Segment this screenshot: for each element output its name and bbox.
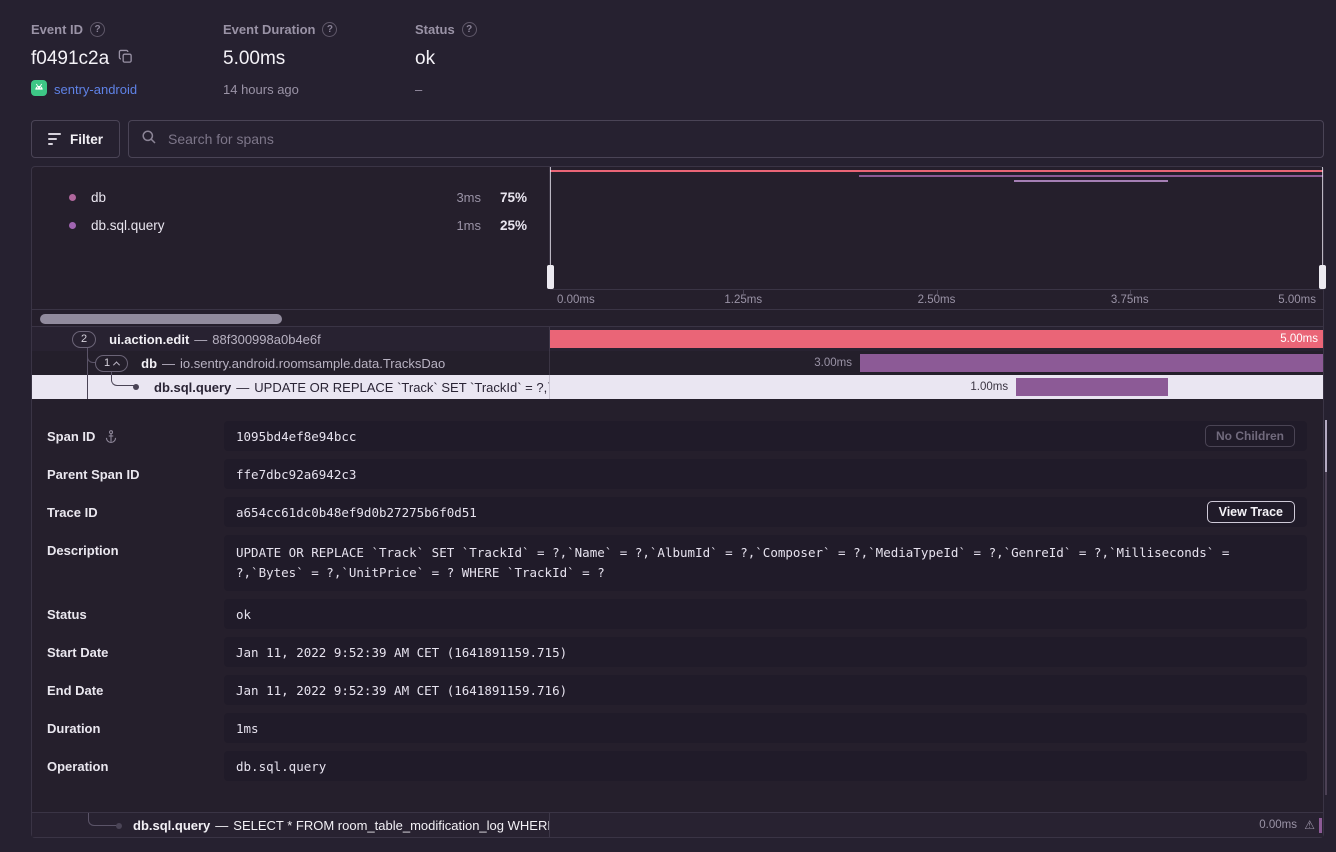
op-duration: 1ms	[437, 218, 481, 233]
axis-label: 3.75ms	[1111, 294, 1149, 306]
span-bar[interactable]	[1016, 378, 1168, 396]
op-percent: 75%	[481, 190, 527, 205]
span-desc: UPDATE OR REPLACE `Track` SET `TrackId` …	[254, 380, 550, 395]
no-children-badge: No Children	[1205, 425, 1295, 447]
search-input[interactable]	[166, 130, 1311, 148]
start-date-value: Jan 11, 2022 9:52:39 AM CET (1641891159.…	[236, 645, 567, 660]
event-id-label: Event ID	[31, 22, 83, 37]
detail-row-parent-span-id: Parent Span ID ffe7dbc92a6942c3	[32, 459, 1307, 489]
description-value: UPDATE OR REPLACE `Track` SET `TrackId` …	[236, 545, 1229, 580]
span-desc: 88f300998a0b4e6f	[212, 332, 320, 347]
parent-span-id-value: ffe7dbc92a6942c3	[236, 467, 356, 482]
detail-scrollbar-track[interactable]	[1325, 420, 1327, 795]
span-desc: io.sentry.android.roomsample.data.Tracks…	[180, 356, 445, 371]
view-trace-button[interactable]: View Trace	[1207, 501, 1295, 523]
span-duration-label: 1.00ms	[970, 375, 1008, 399]
tree-scrollbar	[32, 309, 1323, 327]
span-id-value: 1095bd4ef8e94bcc	[236, 429, 356, 444]
help-icon[interactable]: ?	[462, 22, 477, 37]
span-op: ui.action.edit	[109, 332, 189, 347]
span-duration-label: 5.00ms	[1280, 330, 1318, 348]
event-duration-column: Event Duration ? 5.00ms 14 hours ago	[223, 20, 337, 98]
op-percent: 25%	[481, 218, 527, 233]
detail-row-operation: Operation db.sql.query	[32, 751, 1307, 781]
span-bar[interactable]	[860, 354, 1323, 372]
axis-label: 1.25ms	[724, 294, 762, 306]
viewport-handle-left[interactable]	[547, 265, 554, 289]
legend-item-db-sql-query[interactable]: db.sql.query 1ms 25%	[69, 215, 527, 235]
viewport-handle-right[interactable]	[1319, 265, 1326, 289]
detail-row-trace-id: Trace ID a654cc61dc0b48ef9d0b27275b6f0d5…	[32, 497, 1307, 527]
filter-button-label: Filter	[70, 132, 103, 147]
event-id-column: Event ID ? f0491c2a sentry-android	[31, 20, 137, 98]
anchor-icon[interactable]	[104, 429, 118, 444]
tree-scrollbar-thumb[interactable]	[40, 314, 282, 324]
detail-row-description: Description UPDATE OR REPLACE `Track` SE…	[32, 535, 1307, 591]
span-duration-label: 3.00ms	[814, 351, 852, 375]
help-icon[interactable]: ?	[322, 22, 337, 37]
span-bar[interactable]	[550, 330, 1323, 348]
chevron-up-icon	[113, 361, 120, 368]
span-op: db.sql.query	[133, 818, 210, 833]
detail-row-start-date: Start Date Jan 11, 2022 9:52:39 AM CET (…	[32, 637, 1307, 667]
ops-breakdown-panel: db 3ms 75% db.sql.query 1ms 25%	[32, 167, 550, 289]
event-duration-label: Event Duration	[223, 22, 315, 37]
status-column: Status ? ok –	[415, 20, 477, 98]
op-duration: 3ms	[437, 190, 481, 205]
span-op: db.sql.query	[154, 380, 231, 395]
op-name: db.sql.query	[91, 218, 165, 233]
span-duration-label: 0.00ms	[1259, 813, 1297, 838]
minimap-span	[550, 170, 1323, 172]
span-search	[128, 120, 1324, 158]
minimap-span	[859, 175, 1323, 177]
project-link[interactable]: sentry-android	[54, 82, 137, 97]
span-row-db-sql-query-selected[interactable]: db.sql.query — UPDATE OR REPLACE `Track`…	[32, 375, 1323, 399]
span-row-select-query[interactable]: db.sql.query — SELECT * FROM room_table_…	[32, 812, 1323, 837]
detail-row-span-id: Span ID 1095bd4ef8e94bcc No Children	[32, 421, 1307, 451]
event-age: 14 hours ago	[223, 82, 299, 97]
detail-scrollbar-thumb[interactable]	[1325, 420, 1327, 472]
event-duration-value: 5.00ms	[223, 48, 285, 70]
time-axis: 0.00ms 1.25ms 2.50ms 3.75ms 5.00ms	[550, 289, 1323, 309]
span-duration-value: 1ms	[236, 721, 259, 736]
axis-label: 2.50ms	[918, 294, 956, 306]
children-count-pill[interactable]: 1	[95, 355, 128, 372]
legend-item-db[interactable]: db 3ms 75%	[69, 187, 527, 207]
status-sub: –	[415, 82, 422, 97]
end-date-value: Jan 11, 2022 9:52:39 AM CET (1641891159.…	[236, 683, 567, 698]
op-color-dot	[69, 194, 76, 201]
axis-label: 5.00ms	[1278, 294, 1316, 306]
children-count-pill[interactable]: 2	[72, 331, 96, 348]
span-detail-panel: Span ID 1095bd4ef8e94bcc No Children Par…	[32, 399, 1323, 812]
help-icon[interactable]: ?	[90, 22, 105, 37]
status-value: ok	[415, 48, 435, 70]
trace-id-value: a654cc61dc0b48ef9d0b27275b6f0d51	[236, 505, 477, 520]
span-row-db[interactable]: 1 db — io.sentry.android.roomsample.data…	[32, 351, 1323, 375]
minimap-span	[1014, 180, 1169, 182]
trace-minimap[interactable]	[550, 167, 1323, 289]
sentry-event-page: { "colors": { "red": "#ea6577", "purple"…	[0, 0, 1336, 852]
span-desc: SELECT * FROM room_table_modification_lo…	[233, 818, 550, 833]
span-bar	[1319, 818, 1322, 833]
span-status-value: ok	[236, 607, 251, 622]
detail-row-duration: Duration 1ms	[32, 713, 1307, 743]
event-id-value: f0491c2a	[31, 48, 109, 70]
copy-icon[interactable]	[118, 48, 133, 70]
status-label: Status	[415, 22, 455, 37]
search-icon	[141, 129, 157, 150]
span-tree: 2 ui.action.edit — 88f300998a0b4e6f 5.00…	[32, 327, 1323, 399]
android-icon	[31, 80, 47, 99]
op-name: db	[91, 190, 106, 205]
detail-row-end-date: End Date Jan 11, 2022 9:52:39 AM CET (16…	[32, 675, 1307, 705]
warning-icon: ⚠	[1304, 813, 1315, 838]
op-color-dot	[69, 222, 76, 229]
filter-icon	[48, 133, 61, 145]
detail-row-status: Status ok	[32, 599, 1307, 629]
operation-value: db.sql.query	[236, 759, 326, 774]
axis-label: 0.00ms	[557, 294, 595, 306]
span-row-root[interactable]: 2 ui.action.edit — 88f300998a0b4e6f 5.00…	[32, 327, 1323, 351]
filter-button[interactable]: Filter	[31, 120, 120, 158]
trace-view: db 3ms 75% db.sql.query 1ms 25% 0.00ms 1…	[31, 166, 1324, 838]
span-op: db	[141, 356, 157, 371]
